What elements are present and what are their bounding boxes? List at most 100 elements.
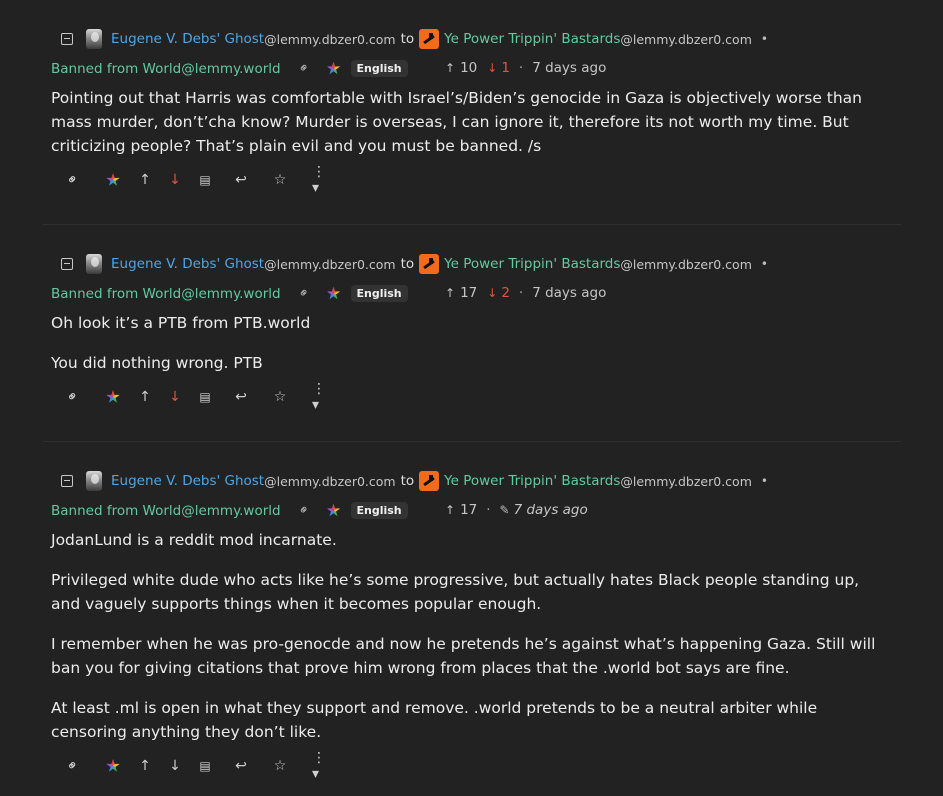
more-dots-icon[interactable]: ⋮ ▾ (312, 164, 334, 196)
comment-body: JodanLund is a reddit mod incarnate. Pri… (51, 528, 891, 760)
comment-paragraph: At least .ml is open in what they suppor… (51, 699, 818, 741)
collapse-icon[interactable] (61, 33, 73, 45)
arrow-up-icon: ↑ (445, 503, 456, 517)
comment-paragraph: JodanLund is a reddit mod incarnate. (51, 531, 337, 549)
more-dots-icon[interactable]: ⋮ ▾ (312, 750, 334, 782)
link-icon[interactable]: ⚭ (60, 167, 85, 192)
fediverse-star-icon (326, 286, 341, 300)
comment-actions: ⚭ ↑ ↓ ▤ ↩ ☆ ⋮ ▾ (63, 381, 334, 413)
comment-header: Eugene V. Debs' Ghost @lemmy.dbzer0.com … (61, 254, 768, 274)
community-link[interactable]: Ye Power Trippin' Bastards (444, 256, 620, 272)
separator: · (486, 502, 491, 518)
language-badge: English (350, 60, 408, 77)
link-icon[interactable]: ⚭ (60, 384, 85, 409)
vote-summary: ↑ 17 · ✎ 7 days ago (445, 502, 588, 518)
downvote-button[interactable]: ↓ (168, 757, 182, 775)
upvote-count: 17 (460, 502, 478, 518)
user-link[interactable]: Eugene V. Debs' Ghost (111, 473, 264, 489)
fediverse-star-icon[interactable] (106, 759, 120, 772)
pencil-icon: ✎ (499, 503, 510, 517)
downvote-count: 1 (501, 60, 510, 76)
view-source-icon[interactable]: ▤ (198, 757, 212, 775)
community-icon[interactable] (419, 29, 440, 49)
user-link[interactable]: Eugene V. Debs' Ghost (111, 31, 264, 47)
separator-dot: • (760, 32, 768, 46)
star-icon[interactable]: ☆ (272, 757, 288, 775)
upvote-button[interactable]: ↑ (138, 388, 152, 406)
upvote-count: 10 (460, 60, 478, 76)
timestamp[interactable]: 7 days ago (532, 60, 606, 76)
arrow-down-icon: ↓ (487, 286, 498, 300)
downvote-button[interactable]: ↓ (168, 388, 182, 406)
fediverse-star-icon[interactable] (106, 390, 120, 403)
vote-summary: ↑ 17 ↓ 2 · 7 days ago (445, 285, 606, 301)
separator-dot: • (760, 474, 768, 488)
comment-meta: Banned from World@lemmy.world ⚭ English (51, 501, 408, 520)
community-instance[interactable]: @lemmy.dbzer0.com (620, 474, 752, 489)
to-label: to (400, 256, 415, 272)
arrow-up-icon: ↑ (445, 286, 456, 300)
link-icon[interactable]: ⚭ (60, 753, 85, 778)
avatar[interactable] (86, 471, 102, 491)
upvote-button[interactable]: ↑ (138, 757, 152, 775)
comment-header: Eugene V. Debs' Ghost @lemmy.dbzer0.com … (61, 471, 768, 491)
community-instance[interactable]: @lemmy.dbzer0.com (620, 257, 752, 272)
star-icon[interactable]: ☆ (272, 171, 288, 189)
to-label: to (400, 31, 415, 47)
collapse-icon[interactable] (61, 258, 73, 270)
comment-meta: Banned from World@lemmy.world ⚭ English (51, 59, 408, 78)
language-badge: English (350, 285, 408, 302)
user-instance[interactable]: @lemmy.dbzer0.com (264, 474, 396, 489)
downvote-count: 2 (501, 285, 510, 301)
fediverse-star-icon[interactable] (106, 173, 120, 186)
timestamp[interactable]: 7 days ago (532, 285, 606, 301)
arrow-up-icon: ↑ (445, 61, 456, 75)
comment-body: Oh look it’s a PTB from PTB.world You di… (51, 311, 891, 391)
comment-body: Pointing out that Harris was comfortable… (51, 86, 891, 174)
upvote-count: 17 (460, 285, 478, 301)
comment-paragraph: Pointing out that Harris was comfortable… (51, 89, 863, 155)
reply-icon[interactable]: ↩ (232, 757, 250, 775)
separator-dot: • (760, 257, 768, 271)
view-source-icon[interactable]: ▤ (198, 171, 212, 189)
user-instance[interactable]: @lemmy.dbzer0.com (264, 257, 396, 272)
comment-paragraph: Privileged white dude who acts like he’s… (51, 571, 860, 613)
divider (43, 441, 901, 442)
timestamp[interactable]: 7 days ago (514, 502, 588, 518)
language-badge: English (350, 502, 408, 519)
star-icon[interactable]: ☆ (272, 388, 288, 406)
user-flair: Banned from World@lemmy.world (51, 285, 281, 302)
reply-icon[interactable]: ↩ (232, 171, 250, 189)
community-instance[interactable]: @lemmy.dbzer0.com (620, 32, 752, 47)
separator: · (518, 285, 524, 301)
link-icon[interactable]: ⚭ (295, 284, 313, 302)
collapse-icon[interactable] (61, 475, 73, 487)
to-label: to (400, 473, 415, 489)
downvote-button[interactable]: ↓ (168, 171, 182, 189)
community-icon[interactable] (419, 471, 440, 491)
upvote-button[interactable]: ↑ (138, 171, 152, 189)
reply-icon[interactable]: ↩ (232, 388, 250, 406)
fediverse-star-icon (326, 503, 341, 517)
more-dots-icon[interactable]: ⋮ ▾ (312, 381, 334, 413)
arrow-down-icon: ↓ (487, 61, 498, 75)
comment-paragraph: I remember when he was pro-genocde and n… (51, 635, 876, 677)
community-link[interactable]: Ye Power Trippin' Bastards (444, 31, 620, 47)
user-instance[interactable]: @lemmy.dbzer0.com (264, 32, 396, 47)
community-link[interactable]: Ye Power Trippin' Bastards (444, 473, 620, 489)
comment-paragraph: Oh look it’s a PTB from PTB.world (51, 314, 311, 332)
view-source-icon[interactable]: ▤ (198, 388, 212, 406)
community-icon[interactable] (419, 254, 440, 274)
link-icon[interactable]: ⚭ (295, 501, 313, 519)
user-flair: Banned from World@lemmy.world (51, 502, 281, 519)
user-flair: Banned from World@lemmy.world (51, 60, 281, 77)
divider (43, 224, 901, 225)
comment-header: Eugene V. Debs' Ghost @lemmy.dbzer0.com … (61, 29, 768, 49)
avatar[interactable] (86, 254, 102, 274)
user-link[interactable]: Eugene V. Debs' Ghost (111, 256, 264, 272)
avatar[interactable] (86, 29, 102, 49)
link-icon[interactable]: ⚭ (295, 59, 313, 77)
comment-actions: ⚭ ↑ ↓ ▤ ↩ ☆ ⋮ ▾ (63, 750, 334, 782)
comment-meta: Banned from World@lemmy.world ⚭ English (51, 284, 408, 303)
comment-actions: ⚭ ↑ ↓ ▤ ↩ ☆ ⋮ ▾ (63, 164, 334, 196)
